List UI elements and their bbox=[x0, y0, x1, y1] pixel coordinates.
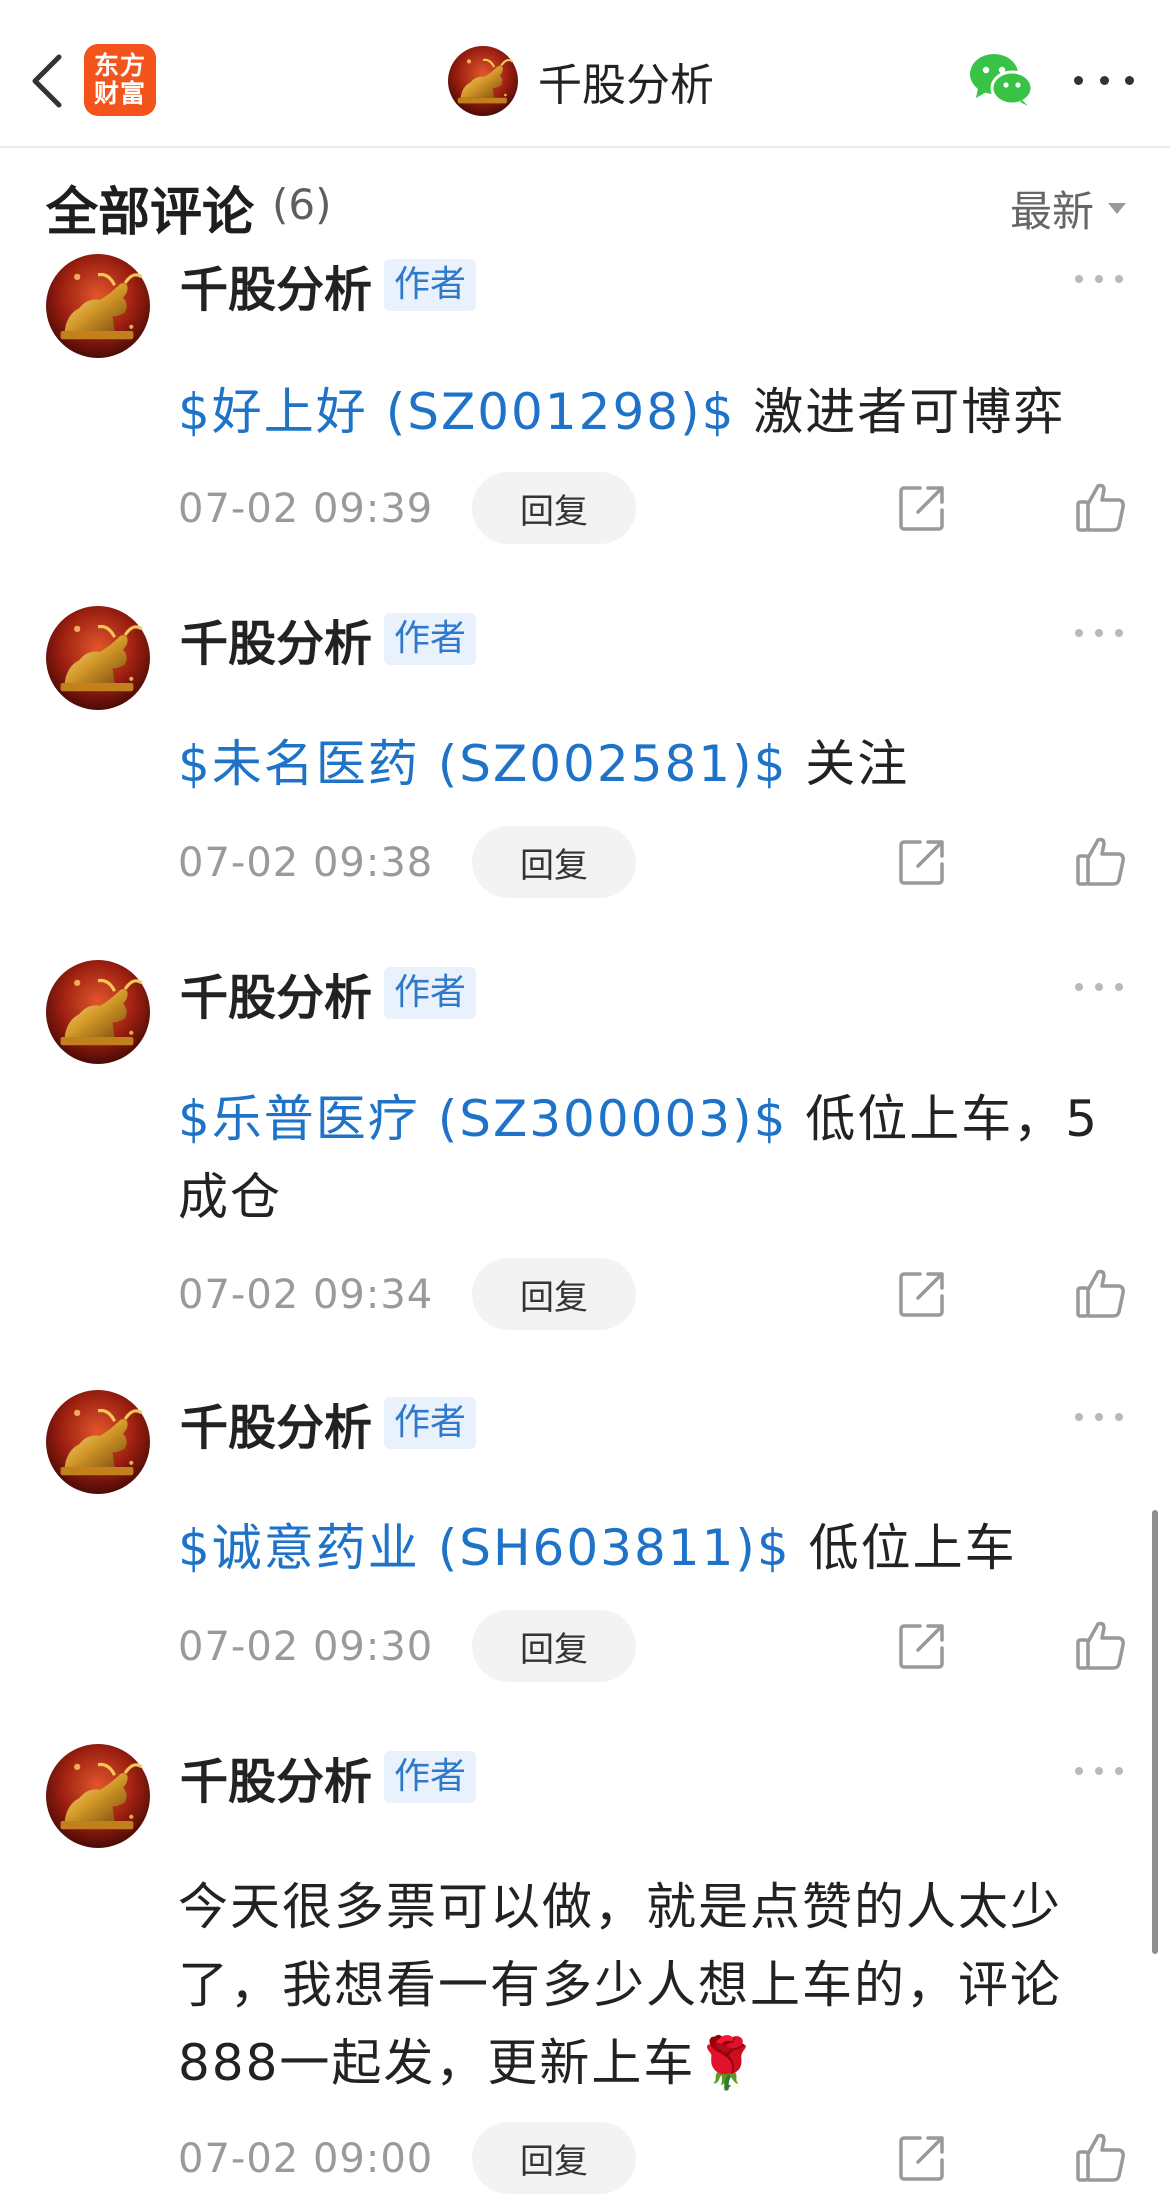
reply-button[interactable]: 回复 bbox=[472, 1610, 636, 1682]
comment-body: 关注 bbox=[787, 735, 910, 793]
share-icon[interactable] bbox=[896, 482, 948, 534]
comment-time: 07-02 09:38 bbox=[178, 840, 434, 886]
title-group[interactable]: 千股分析 bbox=[448, 46, 714, 116]
author-avatar bbox=[448, 46, 518, 116]
thumbs-up-icon[interactable] bbox=[1074, 834, 1128, 888]
stock-link[interactable]: $好上好 (SZ001298)$ bbox=[178, 383, 735, 441]
chevron-left-icon bbox=[32, 54, 62, 108]
commenter-name[interactable]: 千股分析 bbox=[180, 958, 372, 1028]
reply-button[interactable]: 回复 bbox=[472, 1258, 636, 1330]
comment-more-button[interactable] bbox=[1075, 272, 1123, 286]
reply-button[interactable]: 回复 bbox=[472, 2122, 636, 2194]
sort-label: 最新 bbox=[1009, 187, 1094, 236]
dot bbox=[1074, 75, 1083, 85]
caret-down-icon bbox=[1108, 203, 1126, 214]
share-icon[interactable] bbox=[896, 2132, 948, 2184]
comment-time: 07-02 09:34 bbox=[178, 1272, 434, 1318]
comment-footer: 07-02 09:30 回复 bbox=[178, 1610, 1128, 1684]
stock-link[interactable]: $诚意药业 (SH603811)$ bbox=[178, 1519, 791, 1577]
comment-more-button[interactable] bbox=[1075, 980, 1123, 994]
comment-time: 07-02 09:39 bbox=[178, 486, 434, 532]
share-icon[interactable] bbox=[896, 836, 948, 888]
comment-text: $未名医药 (SZ002581)$ 关注 bbox=[178, 725, 1108, 803]
scrollbar[interactable] bbox=[1152, 1510, 1158, 1954]
comment-footer: 07-02 09:00 回复 bbox=[178, 2122, 1128, 2196]
commenter-avatar[interactable] bbox=[46, 1390, 150, 1494]
back-button[interactable] bbox=[22, 48, 70, 114]
wechat-icon[interactable] bbox=[968, 52, 1034, 108]
thumbs-up-icon[interactable] bbox=[1074, 480, 1128, 534]
comments-section-header: 全部评论 (6) 最新 bbox=[46, 166, 1126, 243]
author-badge: 作者 bbox=[384, 613, 477, 665]
commenter-name[interactable]: 千股分析 bbox=[180, 604, 372, 674]
author-badge: 作者 bbox=[384, 1751, 477, 1803]
comment-body: 激进者可博弈 bbox=[735, 383, 1066, 441]
comment-text: $好上好 (SZ001298)$ 激进者可博弈 bbox=[178, 373, 1108, 451]
thumbs-up-icon[interactable] bbox=[1074, 1266, 1128, 1320]
stock-link[interactable]: $未名医药 (SZ002581)$ bbox=[178, 735, 787, 793]
comment-footer: 07-02 09:39 回复 bbox=[178, 472, 1128, 546]
top-navigation-bar: 东方 财富 千股分析 bbox=[0, 0, 1170, 148]
comment-text: 今天很多票可以做，就是点赞的人太少了，我想看一有多少人想上车的，评论888一起发… bbox=[178, 1868, 1108, 2102]
comment-text: $乐普医疗 (SZ300003)$ 低位上车，5成仓 bbox=[178, 1080, 1108, 1236]
comment-footer: 07-02 09:38 回复 bbox=[178, 826, 1128, 900]
comment-time: 07-02 09:30 bbox=[178, 1624, 434, 1670]
comment-more-button[interactable] bbox=[1075, 1410, 1123, 1424]
reply-button[interactable]: 回复 bbox=[472, 472, 636, 544]
page-title: 千股分析 bbox=[538, 60, 714, 111]
author-badge: 作者 bbox=[384, 259, 477, 311]
commenter-avatar[interactable] bbox=[46, 1744, 150, 1848]
comment-time: 07-02 09:00 bbox=[178, 2136, 434, 2182]
dot bbox=[1125, 75, 1134, 85]
comment-more-button[interactable] bbox=[1075, 1764, 1123, 1778]
reply-button[interactable]: 回复 bbox=[472, 826, 636, 898]
comment-more-button[interactable] bbox=[1075, 626, 1123, 640]
comment-text: $诚意药业 (SH603811)$ 低位上车 bbox=[178, 1509, 1108, 1587]
commenter-name[interactable]: 千股分析 bbox=[180, 1388, 372, 1458]
author-badge: 作者 bbox=[384, 1397, 477, 1449]
share-icon[interactable] bbox=[896, 1268, 948, 1320]
comment-count: (6) bbox=[272, 180, 332, 229]
thumbs-up-icon[interactable] bbox=[1074, 2130, 1128, 2184]
commenter-avatar[interactable] bbox=[46, 254, 150, 358]
dot bbox=[1099, 75, 1109, 85]
commenter-avatar[interactable] bbox=[46, 960, 150, 1064]
more-options-button[interactable] bbox=[1074, 62, 1134, 98]
commenter-avatar[interactable] bbox=[46, 606, 150, 710]
author-badge: 作者 bbox=[384, 967, 477, 1019]
commenter-name[interactable]: 千股分析 bbox=[180, 1742, 372, 1812]
comment-footer: 07-02 09:34 回复 bbox=[178, 1258, 1128, 1332]
comment-body: 今天很多票可以做，就是点赞的人太少了，我想看一有多少人想上车的，评论888一起发… bbox=[178, 1878, 1062, 2092]
thumbs-up-icon[interactable] bbox=[1074, 1618, 1128, 1672]
commenter-name[interactable]: 千股分析 bbox=[180, 250, 372, 320]
comment-body: 低位上车 bbox=[790, 1519, 1017, 1577]
sort-dropdown[interactable]: 最新 bbox=[1010, 178, 1126, 239]
stock-link[interactable]: $乐普医疗 (SZ300003)$ bbox=[178, 1090, 787, 1148]
app-logo[interactable]: 东方 财富 bbox=[84, 44, 156, 116]
share-icon[interactable] bbox=[896, 1620, 948, 1672]
section-title: 全部评论 bbox=[46, 183, 255, 243]
